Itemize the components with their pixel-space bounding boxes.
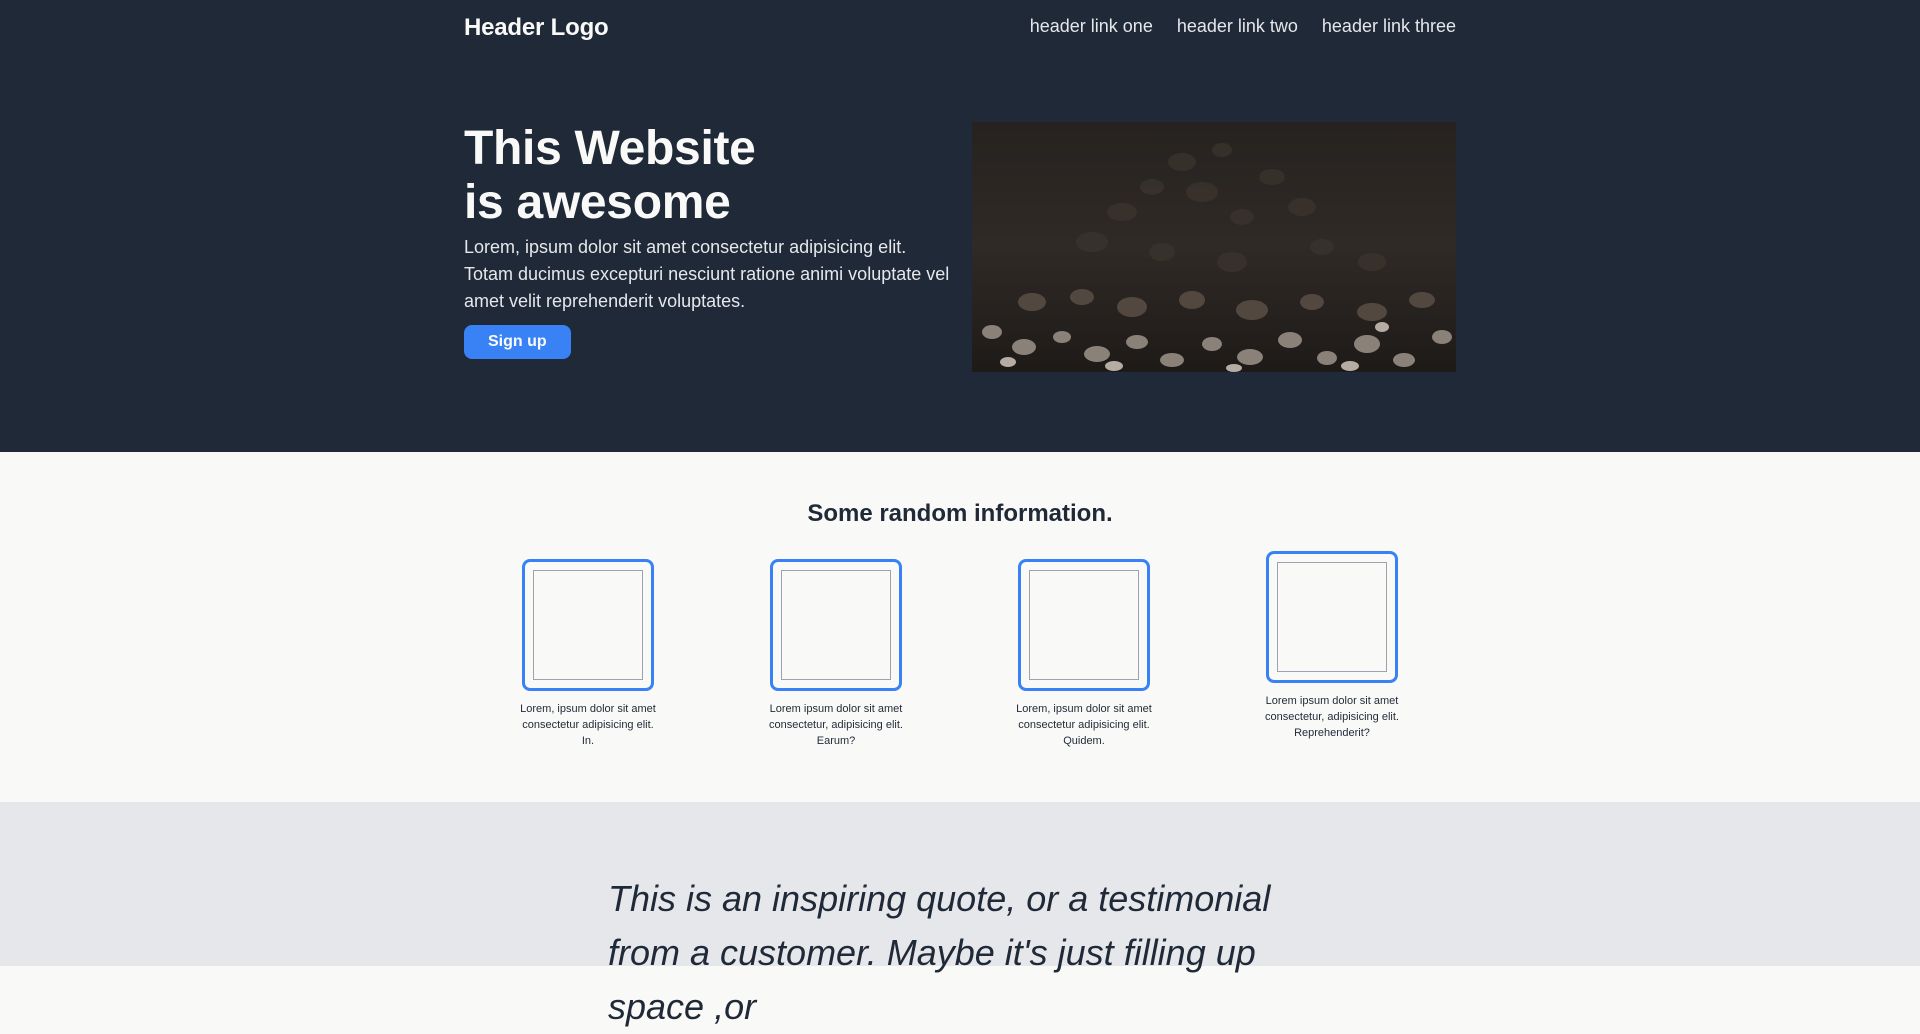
quote-section: This is an inspiring quote, or a testimo… (0, 802, 1920, 1027)
signup-button[interactable]: Sign up (464, 325, 571, 359)
info-card-text: Lorem ipsum dolor sit amet consectetur, … (769, 703, 903, 747)
hero-content: This Website is awesome Lorem, ipsum dol… (464, 122, 954, 359)
info-card-text: Lorem ipsum dolor sit amet consectetur, … (1265, 695, 1399, 739)
info-image-placeholder (522, 559, 654, 691)
header-nav: header link one header link two header l… (1030, 16, 1456, 37)
hero-image (972, 122, 1456, 372)
info-card: Lorem, ipsum dolor sit amet consectetur … (1000, 559, 1168, 749)
header-link-one[interactable]: header link one (1030, 16, 1153, 37)
info-card-text: Lorem, ipsum dolor sit amet consectetur … (520, 703, 656, 747)
info-card: Lorem ipsum dolor sit amet consectetur, … (752, 559, 920, 749)
info-image-frame (1029, 570, 1139, 680)
info-title: Some random information. (807, 500, 1113, 527)
header-link-two[interactable]: header link two (1177, 16, 1298, 37)
hero-title: This Website is awesome (464, 122, 954, 230)
hero-title-line-2: is awesome (464, 176, 731, 229)
header-link-three[interactable]: header link three (1322, 16, 1456, 37)
info-image-placeholder (1266, 551, 1398, 683)
quote-text: This is an inspiring quote, or a testimo… (608, 878, 1271, 1027)
info-image-frame (533, 570, 643, 680)
info-image-frame (1277, 562, 1387, 672)
info-image-frame (781, 570, 891, 680)
info-card-text: Lorem, ipsum dolor sit amet consectetur … (1016, 703, 1152, 747)
hero-description: Lorem, ipsum dolor sit amet consectetur … (464, 237, 950, 311)
info-image-placeholder (770, 559, 902, 691)
hero-title-line-1: This Website (464, 122, 756, 175)
header-logo[interactable]: Header Logo (464, 14, 609, 42)
rocks-photo (972, 122, 1456, 372)
info-image-placeholder (1018, 559, 1150, 691)
info-section: Some random information. Lorem, ipsum do… (0, 452, 1920, 802)
hero-section: Header Logo header link one header link … (0, 0, 1920, 452)
info-card: Lorem, ipsum dolor sit amet consectetur … (504, 559, 672, 749)
info-card: Lorem ipsum dolor sit amet consectetur, … (1248, 551, 1416, 741)
